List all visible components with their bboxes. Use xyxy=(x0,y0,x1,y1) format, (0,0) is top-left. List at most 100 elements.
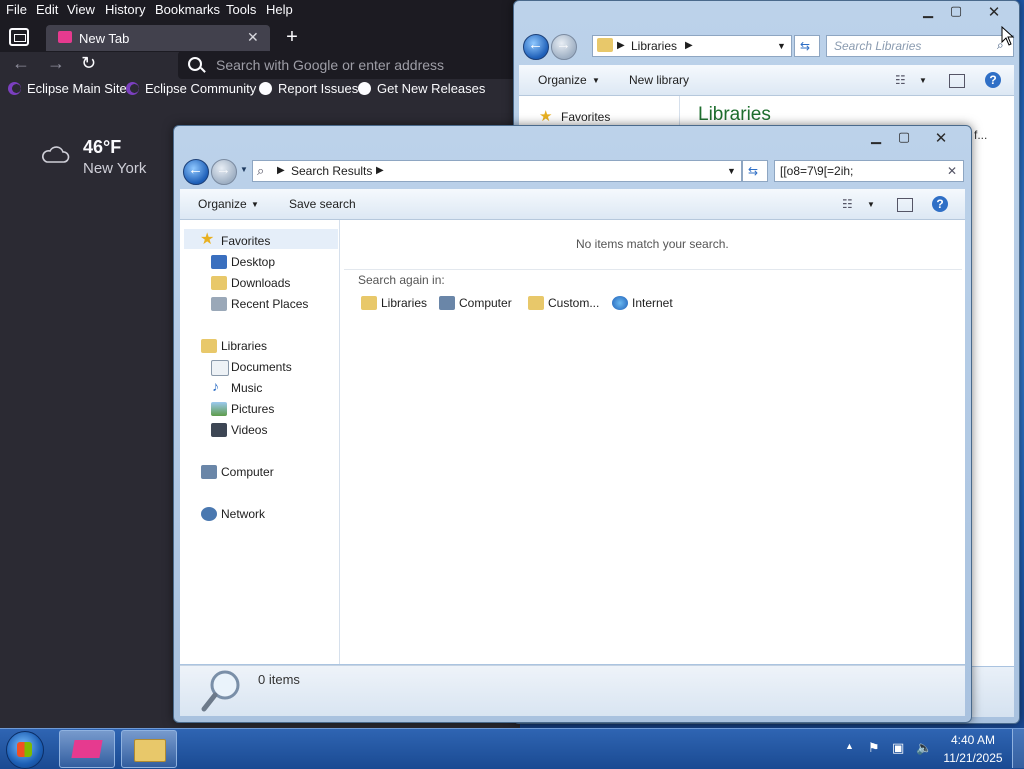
libraries-search-input[interactable]: Search Libraries ⌕ xyxy=(826,35,1014,57)
taskbar-time[interactable]: 4:40 AM xyxy=(937,733,1009,747)
taskbar-date[interactable]: 11/21/2025 xyxy=(937,751,1009,765)
start-button[interactable] xyxy=(6,731,44,769)
nav-downloads[interactable]: Downloads xyxy=(231,276,290,290)
show-desktop-button[interactable] xyxy=(1012,729,1024,768)
firefox-tab-icon xyxy=(58,31,72,43)
menu-view[interactable]: View xyxy=(67,2,95,17)
documents-icon xyxy=(211,360,229,376)
nav-libraries[interactable]: Libraries xyxy=(221,339,267,353)
refresh-button[interactable]: ⇆ xyxy=(742,160,768,182)
taskbar-explorer-button[interactable] xyxy=(121,730,177,768)
recent-pages-chevron-icon[interactable]: ▼ xyxy=(240,165,248,174)
breadcrumb-arrow-icon: ▶ xyxy=(685,40,693,51)
item-count-status: 0 items xyxy=(258,672,300,687)
search-again-internet[interactable]: Internet xyxy=(632,296,673,310)
organize-button[interactable]: Organize xyxy=(198,197,247,211)
libraries-command-bar: Organize ▼ New library ☷ ▼ ? xyxy=(519,65,1014,96)
menu-help[interactable]: Help xyxy=(266,2,293,17)
chevron-down-icon[interactable]: ▼ xyxy=(727,166,736,176)
address-bar[interactable]: Search with Google or enter address xyxy=(178,51,520,79)
forward-button[interactable] xyxy=(211,159,237,185)
nav-videos[interactable]: Videos xyxy=(231,423,267,437)
chevron-down-icon[interactable]: ▼ xyxy=(919,76,927,85)
chevron-down-icon[interactable]: ▼ xyxy=(867,200,875,209)
back-button[interactable] xyxy=(523,34,549,60)
back-arrow-icon[interactable]: ← xyxy=(12,53,30,74)
show-hidden-icons-icon[interactable]: ▲ xyxy=(845,741,854,751)
address-placeholder: Search with Google or enter address xyxy=(216,57,445,73)
eclipse-icon xyxy=(8,82,21,95)
search-results-breadcrumb[interactable]: Search Results xyxy=(291,164,372,178)
search-again-label: Search again in: xyxy=(358,273,445,287)
bookmark-report-issues[interactable]: Report Issues xyxy=(278,81,358,96)
nav-pictures[interactable]: Pictures xyxy=(231,402,274,416)
menu-tools[interactable]: Tools xyxy=(226,2,256,17)
cloud-icon xyxy=(42,146,70,163)
forward-arrow-icon[interactable]: → xyxy=(47,53,65,74)
github-icon xyxy=(358,82,371,95)
nav-favorites[interactable]: Favorites xyxy=(221,234,270,248)
search-input[interactable]: [[o8=7\9[=2ih; ✕ xyxy=(774,160,964,182)
breadcrumb-arrow-icon: ▶ xyxy=(376,165,384,176)
breadcrumb-arrow-icon: ▶ xyxy=(277,165,285,176)
new-library-button[interactable]: New library xyxy=(629,73,689,87)
nav-computer[interactable]: Computer xyxy=(221,465,274,479)
view-options-icon[interactable]: ☷ xyxy=(895,73,906,87)
menu-bookmarks[interactable]: Bookmarks xyxy=(155,2,220,17)
search-results-window: ▁ ▢ ✕ ▼ ⌕ ▶ Search Results ▶ ▼ ⇆ [[o8=7\… xyxy=(173,125,972,723)
menu-history[interactable]: History xyxy=(105,2,145,17)
libraries-subtext: f... xyxy=(974,128,988,142)
action-center-flag-icon[interactable]: ⚑ xyxy=(868,740,880,756)
libraries-address-bar[interactable]: ▶ Libraries ▶ ▼ xyxy=(592,35,792,57)
nav-documents[interactable]: Documents xyxy=(231,360,292,374)
divider xyxy=(344,269,962,270)
view-options-icon[interactable]: ☷ xyxy=(842,197,853,211)
search-icon xyxy=(188,57,202,71)
search-again-libraries[interactable]: Libraries xyxy=(381,296,427,310)
menu-file[interactable]: File xyxy=(6,2,27,17)
close-icon[interactable]: ✕ xyxy=(926,129,956,147)
organize-button[interactable]: Organize xyxy=(538,73,587,87)
help-icon[interactable]: ? xyxy=(932,196,948,212)
bookmark-eclipse-community[interactable]: Eclipse Community xyxy=(145,81,256,96)
nav-music[interactable]: Music xyxy=(231,381,262,395)
explorer-folder-icon xyxy=(134,739,166,762)
forward-button[interactable] xyxy=(551,34,577,60)
search-icon: ⌕ xyxy=(257,163,265,178)
save-search-button[interactable]: Save search xyxy=(289,197,356,211)
maximize-icon[interactable]: ▢ xyxy=(944,3,968,21)
new-tab-plus-icon[interactable]: + xyxy=(281,27,303,49)
minimize-icon[interactable]: ▁ xyxy=(916,3,940,21)
search-address-bar[interactable]: ⌕ ▶ Search Results ▶ ▼ xyxy=(252,160,742,182)
bookmark-get-new-releases[interactable]: Get New Releases xyxy=(377,81,485,96)
nav-network[interactable]: Network xyxy=(221,507,265,521)
firefox-icon xyxy=(71,740,103,758)
reload-icon[interactable]: ↻ xyxy=(81,53,96,74)
libraries-breadcrumb[interactable]: Libraries xyxy=(631,39,677,53)
chevron-down-icon[interactable]: ▼ xyxy=(777,41,786,51)
help-icon[interactable]: ? xyxy=(985,72,1001,88)
nav-favorites[interactable]: Favorites xyxy=(561,110,610,124)
close-icon[interactable]: ✕ xyxy=(974,3,1014,21)
taskbar-firefox-button[interactable] xyxy=(59,730,115,768)
nav-recent-places[interactable]: Recent Places xyxy=(231,297,308,311)
menu-edit[interactable]: Edit xyxy=(36,2,58,17)
preview-pane-icon[interactable] xyxy=(949,74,965,88)
weather-city: New York xyxy=(83,160,147,177)
search-again-computer[interactable]: Computer xyxy=(459,296,512,310)
refresh-button[interactable]: ⇆ xyxy=(794,35,820,57)
clear-search-icon[interactable]: ✕ xyxy=(947,164,957,178)
mouse-cursor-icon xyxy=(1001,26,1015,46)
tab-close-icon[interactable]: ✕ xyxy=(247,29,259,46)
search-again-custom[interactable]: Custom... xyxy=(548,296,599,310)
back-button[interactable] xyxy=(183,159,209,185)
chevron-down-icon: ▼ xyxy=(592,76,600,85)
minimize-icon[interactable]: ▁ xyxy=(864,129,888,147)
maximize-icon[interactable]: ▢ xyxy=(892,129,916,147)
bookmark-eclipse-main-site[interactable]: Eclipse Main Site xyxy=(27,81,127,96)
volume-muted-icon[interactable]: 🔈 xyxy=(916,740,932,756)
nav-desktop[interactable]: Desktop xyxy=(231,255,275,269)
network-tray-icon[interactable]: ▣ xyxy=(892,740,904,756)
tab-list-icon[interactable] xyxy=(9,28,29,46)
preview-pane-icon[interactable] xyxy=(897,198,913,212)
